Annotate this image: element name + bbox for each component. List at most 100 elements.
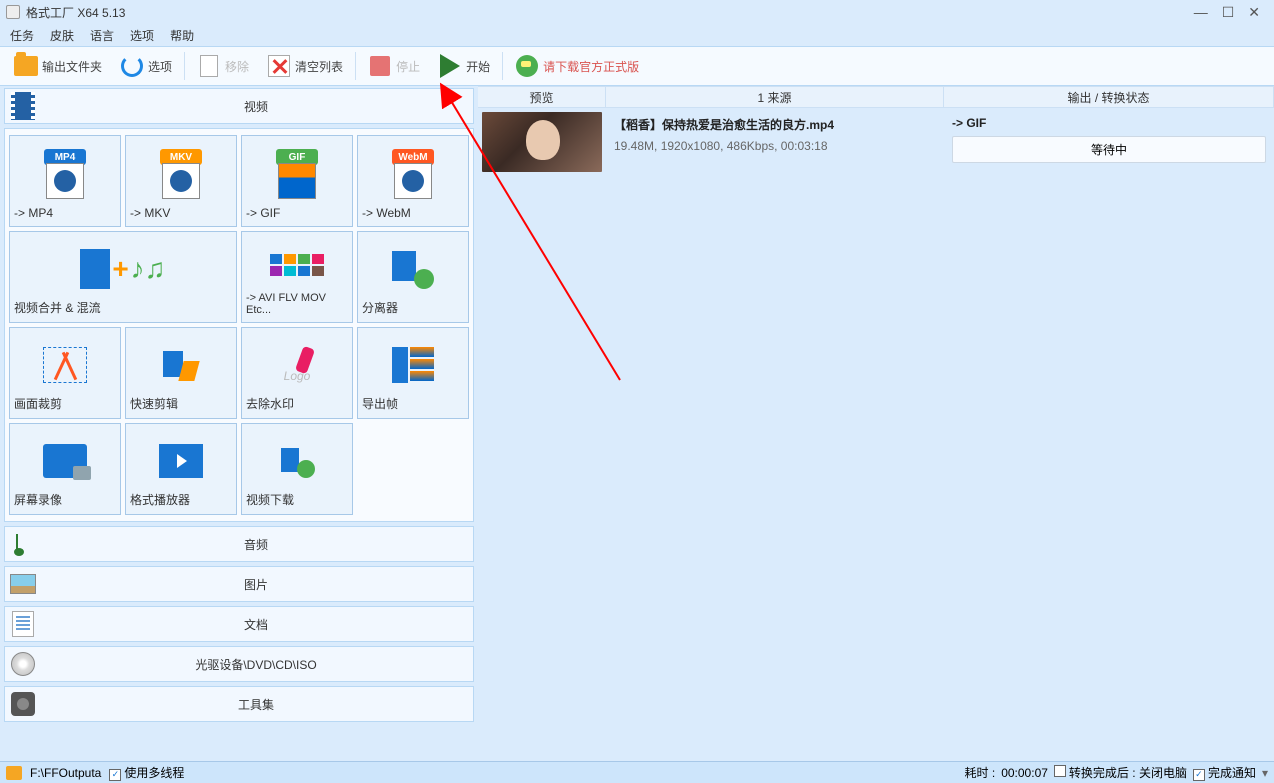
toolbar: 输出文件夹 选项 移除 清空列表 停止 开始 请下载官方正式版 (0, 46, 1274, 86)
header-output: 输出 / 转换状态 (944, 87, 1274, 107)
stop-icon (370, 56, 390, 76)
toolkit-icon (11, 692, 35, 716)
multithread-checkbox[interactable]: ✓使用多线程 (109, 764, 184, 781)
format-mkv-label: -> MKV (130, 206, 170, 220)
download-official-link[interactable]: 请下载官方正式版 (507, 50, 647, 82)
audio-icon (16, 534, 30, 554)
format-gif-tile[interactable]: GIF -> GIF (241, 135, 353, 227)
stop-button[interactable]: 停止 (360, 50, 428, 82)
task-thumbnail (478, 112, 606, 172)
close-button[interactable]: ✕ (1248, 5, 1260, 19)
document-icon (200, 55, 218, 77)
category-document-label: 文档 (43, 616, 469, 633)
quick-edit-tile[interactable]: 快速剪辑 (125, 327, 237, 419)
film-icon (11, 92, 35, 120)
remove-label: 移除 (225, 58, 249, 75)
task-table-header: 预览 1 来源 输出 / 转换状态 (478, 86, 1274, 108)
category-image-label: 图片 (43, 576, 469, 593)
video-download-label: 视频下载 (246, 491, 294, 508)
format-mp4-tile[interactable]: MP4 -> MP4 (9, 135, 121, 227)
options-button[interactable]: 选项 (112, 50, 180, 82)
window-title: 格式工厂 X64 5.13 (26, 4, 1194, 21)
crop-label: 画面裁剪 (14, 395, 62, 412)
chevron-down-icon[interactable]: ▾ (1262, 766, 1268, 780)
document-category-icon (12, 611, 34, 637)
category-audio-header[interactable]: 音频 (4, 526, 474, 562)
format-webm-tile[interactable]: WebM -> WebM (357, 135, 469, 227)
notify-checkbox[interactable]: ✓完成通知 (1193, 764, 1256, 781)
category-document-header[interactable]: 文档 (4, 606, 474, 642)
player-label: 格式播放器 (130, 491, 190, 508)
remove-button[interactable]: 移除 (189, 50, 257, 82)
status-folder-icon[interactable] (6, 766, 22, 780)
menu-bar: 任务 皮肤 语言 选项 帮助 (0, 24, 1274, 46)
menu-options[interactable]: 选项 (130, 27, 154, 44)
task-title: 【稻香】保持热爱是治愈生活的良方.mp4 (614, 116, 936, 133)
video-merge-label: 视频合并 & 混流 (14, 299, 101, 316)
task-row[interactable]: 【稻香】保持热爱是治愈生活的良方.mp4 19.48M, 1920x1080, … (478, 108, 1274, 176)
menu-help[interactable]: 帮助 (170, 27, 194, 44)
play-icon (440, 54, 460, 78)
category-disc-header[interactable]: 光驱设备\DVD\CD\ISO (4, 646, 474, 682)
quick-edit-icon (159, 347, 203, 383)
stop-label: 停止 (396, 58, 420, 75)
toolbar-separator (355, 52, 356, 80)
download-icon (277, 444, 317, 478)
screen-record-icon (43, 444, 87, 478)
remove-watermark-label: 去除水印 (246, 395, 294, 412)
crop-tile[interactable]: 画面裁剪 (9, 327, 121, 419)
clear-icon (268, 55, 290, 77)
clear-list-label: 清空列表 (295, 58, 343, 75)
options-icon (121, 55, 143, 77)
left-panel: 视频 MP4 -> MP4 MKV -> MKV GIF -> GIF WebM (0, 86, 478, 761)
format-avi-etc-tile[interactable]: -> AVI FLV MOV Etc... (241, 231, 353, 323)
screen-record-tile[interactable]: 屏幕录像 (9, 423, 121, 515)
disc-icon (11, 652, 35, 676)
category-toolkit-header[interactable]: 工具集 (4, 686, 474, 722)
format-avi-etc-label: -> AVI FLV MOV Etc... (246, 292, 348, 316)
format-mkv-tile[interactable]: MKV -> MKV (125, 135, 237, 227)
video-merge-tile[interactable]: +♪♫ 视频合并 & 混流 (9, 231, 237, 323)
category-toolkit-label: 工具集 (43, 696, 469, 713)
category-video-header[interactable]: 视频 (4, 88, 474, 124)
start-button[interactable]: 开始 (430, 50, 498, 82)
video-download-tile[interactable]: 视频下载 (241, 423, 353, 515)
status-output-path[interactable]: F:\FFOutputa (30, 766, 101, 780)
category-disc-label: 光驱设备\DVD\CD\ISO (43, 656, 469, 673)
start-label: 开始 (466, 58, 490, 75)
video-format-grid: MP4 -> MP4 MKV -> MKV GIF -> GIF WebM ->… (4, 128, 474, 522)
maximize-button[interactable]: ☐ (1222, 5, 1235, 19)
elapsed-time: 00:00:07 (1001, 766, 1048, 780)
window-titlebar: 格式工厂 X64 5.13 — ☐ ✕ (0, 0, 1274, 24)
task-status-button[interactable]: 等待中 (952, 136, 1266, 163)
player-icon (159, 444, 203, 478)
eraser-icon: Logo (277, 347, 317, 383)
clear-list-button[interactable]: 清空列表 (259, 50, 351, 82)
minimize-button[interactable]: — (1194, 5, 1208, 19)
format-webm-label: -> WebM (362, 206, 411, 220)
category-image-header[interactable]: 图片 (4, 566, 474, 602)
format-gif-label: -> GIF (246, 206, 280, 220)
download-official-label: 请下载官方正式版 (543, 58, 639, 75)
export-frame-tile[interactable]: 导出帧 (357, 327, 469, 419)
image-icon (10, 574, 36, 594)
right-panel: 预览 1 来源 输出 / 转换状态 【稻香】保持热爱是治愈生活的良方.mp4 1… (478, 86, 1274, 761)
format-mp4-label: -> MP4 (14, 206, 53, 220)
splitter-tile[interactable]: 分离器 (357, 231, 469, 323)
player-tile[interactable]: 格式播放器 (125, 423, 237, 515)
app-icon (6, 5, 20, 19)
remove-watermark-tile[interactable]: Logo 去除水印 (241, 327, 353, 419)
elapsed-label: 耗时 : (965, 764, 996, 781)
crop-icon (43, 347, 87, 383)
folder-icon (14, 56, 38, 76)
menu-language[interactable]: 语言 (90, 27, 114, 44)
toolbar-separator (184, 52, 185, 80)
header-source: 1 来源 (606, 87, 944, 107)
menu-task[interactable]: 任务 (10, 27, 34, 44)
export-frame-label: 导出帧 (362, 395, 398, 412)
menu-skin[interactable]: 皮肤 (50, 27, 74, 44)
after-done-checkbox[interactable]: 转换完成后 : 关闭电脑 (1054, 764, 1187, 781)
header-preview: 预览 (478, 87, 606, 107)
globe-icon (516, 55, 538, 77)
output-folder-button[interactable]: 输出文件夹 (6, 50, 110, 82)
